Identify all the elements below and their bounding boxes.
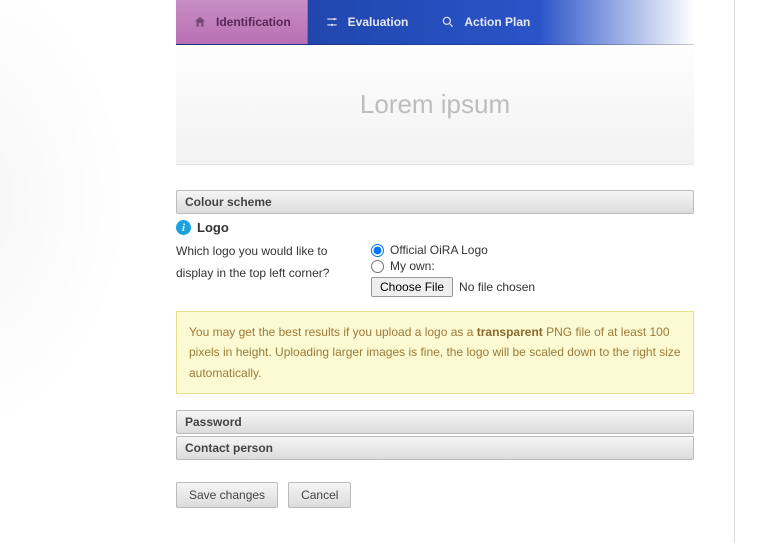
section-password[interactable]: Password [176, 410, 694, 434]
cancel-button[interactable]: Cancel [288, 482, 351, 508]
section-colour-scheme[interactable]: Colour scheme [176, 190, 694, 214]
header-tabs: Identification Evaluation Action Plan [176, 0, 694, 45]
radio-own-logo[interactable] [371, 260, 384, 273]
section-contact-person[interactable]: Contact person [176, 436, 694, 460]
content: Colour scheme i Logo Which logo you woul… [176, 165, 694, 508]
tab-evaluation-label: Evaluation [348, 15, 409, 29]
radio-official-label: Official OiRA Logo [390, 243, 488, 257]
home-icon [192, 14, 208, 30]
file-status: No file chosen [459, 280, 535, 294]
buttons-row: Save changes Cancel [176, 482, 694, 508]
hint-box: You may get the best results if you uplo… [176, 311, 694, 394]
tab-evaluation[interactable]: Evaluation [308, 0, 425, 44]
section-colour-scheme-body: i Logo Which logo you would like to disp… [176, 220, 694, 410]
hint-bold: transparent [477, 325, 543, 339]
logo-question: Which logo you would like to display in … [176, 241, 331, 284]
choose-file-button[interactable]: Choose File [371, 277, 453, 297]
sliders-icon [324, 14, 340, 30]
save-button[interactable]: Save changes [176, 482, 278, 508]
hint-pre: You may get the best results if you uplo… [189, 325, 477, 339]
section-colour-scheme-label: Colour scheme [185, 195, 272, 209]
radio-official-logo[interactable] [371, 244, 384, 257]
logo-options: Official OiRA Logo My own: Choose File N… [371, 241, 694, 297]
main-panel: Identification Evaluation Action Plan Lo… [176, 0, 694, 508]
right-divider [734, 0, 735, 543]
logo-label: Logo [197, 220, 229, 235]
tab-action-plan-label: Action Plan [464, 15, 530, 29]
banner-body: Lorem ipsum [176, 45, 694, 165]
background-decoration [0, 0, 200, 543]
tab-action-plan[interactable]: Action Plan [424, 0, 546, 44]
section-contact-person-label: Contact person [185, 441, 273, 455]
info-icon[interactable]: i [176, 220, 191, 235]
search-icon [440, 14, 456, 30]
radio-own-label: My own: [390, 259, 435, 273]
tab-identification[interactable]: Identification [176, 0, 308, 44]
tab-identification-label: Identification [216, 15, 291, 29]
section-password-label: Password [185, 415, 242, 429]
banner-text: Lorem ipsum [360, 89, 510, 120]
